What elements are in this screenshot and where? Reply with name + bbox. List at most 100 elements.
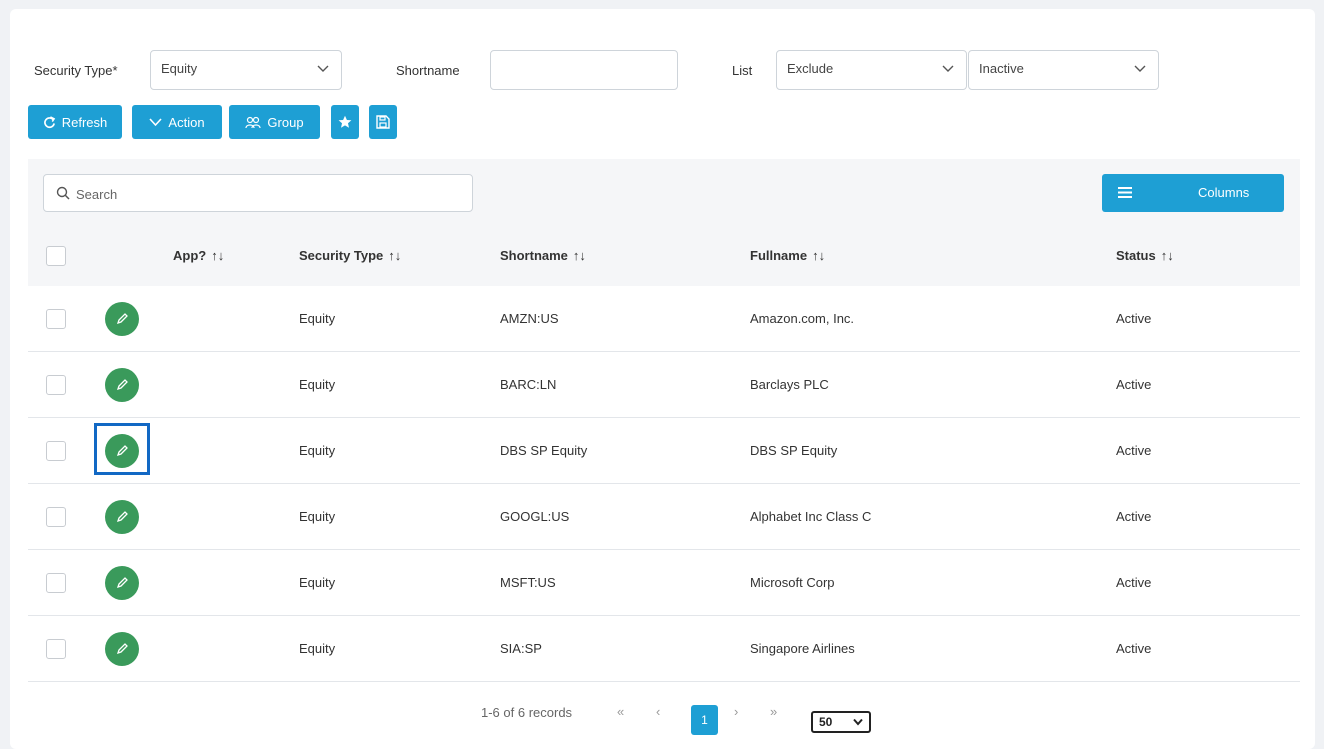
menu-icon (1118, 187, 1132, 198)
cell-status: Active (1116, 575, 1152, 590)
edit-button[interactable] (105, 302, 139, 336)
table-toolbar: Columns (28, 159, 1300, 227)
action-button[interactable]: Action (132, 105, 222, 139)
shortname-label: Shortname (396, 63, 460, 78)
pencil-icon (116, 511, 128, 523)
next-page-button[interactable]: › (734, 704, 738, 719)
cell-shortname: BARC:LN (500, 377, 557, 392)
edit-button[interactable] (105, 434, 139, 468)
cell-security-type: Equity (299, 575, 336, 590)
edit-button[interactable] (105, 566, 139, 600)
cell-status: Active (1116, 311, 1152, 326)
rows-per-page-select[interactable]: 50 (811, 711, 871, 733)
star-icon (338, 115, 352, 128)
chevron-down-icon (942, 65, 954, 72)
cell-shortname: DBS SP Equity (500, 443, 588, 458)
cell-status: Active (1116, 443, 1152, 458)
table-row[interactable]: Equity BARC:LN Barclays PLC Active (28, 352, 1300, 418)
list-label: List (732, 63, 753, 78)
table-row[interactable]: Equity AMZN:US Amazon.com, Inc. Active (28, 286, 1300, 352)
cell-security-type: Equity (299, 311, 336, 326)
row-checkbox[interactable] (46, 375, 66, 395)
row-checkbox[interactable] (46, 309, 66, 329)
cell-fullname: Barclays PLC (750, 377, 829, 392)
action-label: Action (168, 114, 205, 130)
search-input[interactable] (76, 183, 456, 205)
columns-label: Columns (1198, 185, 1250, 200)
page-1-button[interactable]: 1 (691, 705, 718, 735)
row-checkbox[interactable] (46, 639, 66, 659)
pencil-icon (116, 313, 128, 325)
cell-status: Active (1116, 509, 1152, 524)
cell-shortname: MSFT:US (500, 575, 556, 590)
edit-button[interactable] (105, 632, 139, 666)
shortname-input[interactable] (490, 50, 678, 90)
header-app[interactable]: App? ↑↓ (173, 248, 224, 263)
group-label: Group (267, 114, 304, 130)
group-button[interactable]: Group (229, 105, 320, 139)
cell-status: Active (1116, 377, 1152, 392)
cell-shortname: SIA:SP (500, 641, 542, 656)
chevron-down-icon (1134, 65, 1146, 72)
main-card: Security Type* Equity Shortname List Exc… (10, 9, 1315, 749)
list-value: Exclude (787, 61, 834, 76)
sort-icon: ↑↓ (572, 248, 586, 263)
status-filter-select[interactable]: Inactive (968, 50, 1159, 90)
table-row[interactable]: Equity SIA:SP Singapore Airlines Active (28, 616, 1300, 682)
table-header: App? ↑↓ Security Type ↑↓ Shortname ↑↓ Fulln… (28, 227, 1300, 286)
cell-security-type: Equity (299, 377, 336, 392)
last-page-button[interactable]: » (770, 704, 777, 719)
header-status[interactable]: Status ↑↓ (1116, 248, 1174, 263)
save-icon (376, 115, 390, 129)
previous-page-button[interactable]: ‹ (656, 704, 660, 719)
header-shortname[interactable]: Shortname ↑↓ (500, 248, 586, 263)
row-checkbox[interactable] (46, 573, 66, 593)
pencil-icon (116, 577, 128, 589)
security-type-select[interactable]: Equity (150, 50, 342, 90)
sort-icon: ↑↓ (388, 248, 402, 263)
pencil-icon (116, 379, 128, 391)
cell-security-type: Equity (299, 641, 336, 656)
security-type-value: Equity (161, 61, 198, 76)
table-row[interactable]: Equity GOOGL:US Alphabet Inc Class C Act… (28, 484, 1300, 550)
cell-shortname: GOOGL:US (500, 509, 570, 524)
pencil-icon (116, 643, 128, 655)
edit-button[interactable] (105, 368, 139, 402)
cell-security-type: Equity (299, 509, 336, 524)
cell-shortname: AMZN:US (500, 311, 559, 326)
cell-fullname: Amazon.com, Inc. (750, 311, 855, 326)
search-box[interactable] (43, 174, 473, 212)
security-type-label: Security Type* (34, 63, 118, 78)
records-count: 1-6 of 6 records (481, 705, 573, 720)
cell-fullname: Microsoft Corp (750, 575, 835, 590)
row-checkbox[interactable] (46, 507, 66, 527)
cell-fullname: DBS SP Equity (750, 443, 838, 458)
row-checkbox[interactable] (46, 441, 66, 461)
pencil-icon (116, 445, 128, 457)
chevron-down-icon (149, 118, 163, 127)
header-security-type[interactable]: Security Type ↑↓ (299, 248, 401, 263)
columns-button[interactable]: Columns (1102, 174, 1284, 212)
rows-per-page-value: 50 (819, 715, 833, 729)
select-all-checkbox[interactable] (46, 246, 66, 266)
list-select[interactable]: Exclude (776, 50, 967, 90)
save-button[interactable] (369, 105, 397, 139)
edit-button[interactable] (105, 500, 139, 534)
status-filter-value: Inactive (979, 61, 1024, 76)
group-icon (245, 116, 262, 128)
cell-status: Active (1116, 641, 1152, 656)
refresh-button[interactable]: Refresh (28, 105, 122, 139)
table-row[interactable]: Equity DBS SP Equity DBS SP Equity Activ… (28, 418, 1300, 484)
sort-icon: ↑↓ (211, 248, 225, 263)
favorite-button[interactable] (331, 105, 359, 139)
sort-icon: ↑↓ (812, 248, 826, 263)
cell-security-type: Equity (299, 443, 336, 458)
header-fullname[interactable]: Fullname ↑↓ (750, 248, 825, 263)
search-icon (56, 186, 70, 200)
first-page-button[interactable]: « (617, 704, 624, 719)
table-row[interactable]: Equity MSFT:US Microsoft Corp Active (28, 550, 1300, 616)
refresh-label: Refresh (61, 114, 108, 130)
sort-icon: ↑↓ (1160, 248, 1174, 263)
refresh-icon (43, 115, 55, 128)
chevron-down-icon (317, 65, 329, 72)
